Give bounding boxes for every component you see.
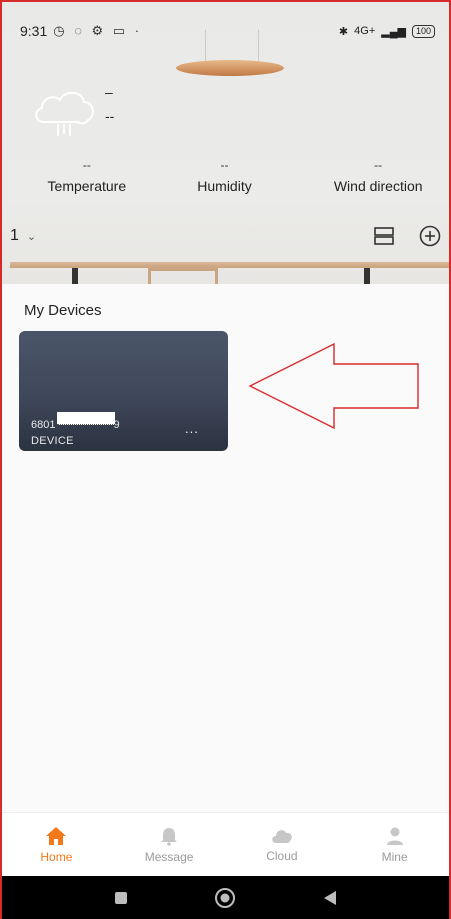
- metric-value: --: [82, 158, 91, 172]
- home-icon: [46, 826, 67, 845]
- metric-label: Temperature: [47, 178, 127, 194]
- metric-wind-direction: -- Wind direction: [305, 158, 451, 194]
- table-leg-decoration: [72, 268, 78, 284]
- person-icon: [386, 827, 403, 845]
- bell-icon: [161, 827, 178, 846]
- device-type: DEVICE: [31, 435, 74, 447]
- device-card[interactable]: 6801 9 DEVICE ...: [19, 331, 228, 451]
- home-button-icon[interactable]: [214, 887, 236, 909]
- signal-icon: ▂▄▆: [381, 25, 406, 38]
- status-time: 9:31: [20, 23, 48, 39]
- status-right: ✱ 4G+ ▂▄▆ 100: [338, 24, 435, 38]
- back-icon[interactable]: [322, 889, 338, 907]
- system-navigation-bar: [0, 876, 451, 919]
- nav-label: Home: [40, 849, 73, 864]
- metric-value: --: [220, 158, 229, 172]
- home-toolbar: 1 ⌄: [10, 222, 441, 250]
- nav-label: Mine: [381, 849, 408, 864]
- metric-label: Wind direction: [333, 178, 423, 194]
- list-layout-icon[interactable]: [373, 225, 395, 247]
- annotation-arrow-icon: [248, 342, 419, 430]
- add-circle-icon[interactable]: [419, 225, 441, 247]
- nav-cloud[interactable]: Cloud: [226, 813, 339, 876]
- section-title: My Devices: [24, 302, 102, 319]
- nav-label: Message: [144, 849, 194, 864]
- bottom-navigation: Home Message Cloud Mine: [0, 812, 451, 876]
- more-options-button[interactable]: ...: [185, 421, 199, 436]
- weather-temperature: --: [105, 108, 115, 124]
- metric-humidity: -- Humidity: [152, 158, 298, 194]
- home-header: 9:31 ◷ ◌ ⚙ ▭ · ✱ 4G+ ▂▄▆ 100 – -- -- Tem…: [0, 0, 451, 284]
- table-leg-decoration: [364, 268, 370, 284]
- nav-message[interactable]: Message: [113, 813, 226, 876]
- device-id-prefix: 6801: [31, 419, 56, 431]
- rain-cloud-icon: [35, 91, 94, 136]
- room-selector[interactable]: 1 ⌄: [10, 227, 36, 245]
- metric-value: --: [374, 158, 383, 172]
- bluetooth-icon: ✱: [338, 25, 349, 38]
- nav-label: Cloud: [266, 848, 298, 863]
- weather-condition: –: [105, 84, 113, 100]
- weather-metrics: -- Temperature -- Humidity -- Wind direc…: [0, 158, 451, 194]
- devices-area: My Devices 6801 9 DEVICE ...: [0, 284, 451, 812]
- room-label: 1: [10, 227, 19, 244]
- nav-home[interactable]: Home: [0, 813, 113, 876]
- redaction-mask: [57, 412, 115, 425]
- status-bar: 9:31 ◷ ◌ ⚙ ▭ · ✱ 4G+ ▂▄▆ 100: [20, 20, 435, 42]
- nav-mine[interactable]: Mine: [338, 813, 451, 876]
- metric-label: Humidity: [197, 178, 252, 194]
- pendant-lamp-decoration: [176, 60, 284, 76]
- chevron-down-icon: ⌄: [26, 230, 37, 243]
- recent-apps-icon[interactable]: [113, 890, 129, 906]
- status-notification-icons: ◷ ◌ ⚙ ▭ ·: [53, 23, 143, 38]
- cloud-icon: [272, 829, 292, 843]
- metric-temperature: -- Temperature: [14, 158, 160, 194]
- battery-icon: 100: [411, 24, 435, 38]
- network-label: 4G+: [354, 25, 376, 37]
- chair-decoration: [148, 268, 218, 284]
